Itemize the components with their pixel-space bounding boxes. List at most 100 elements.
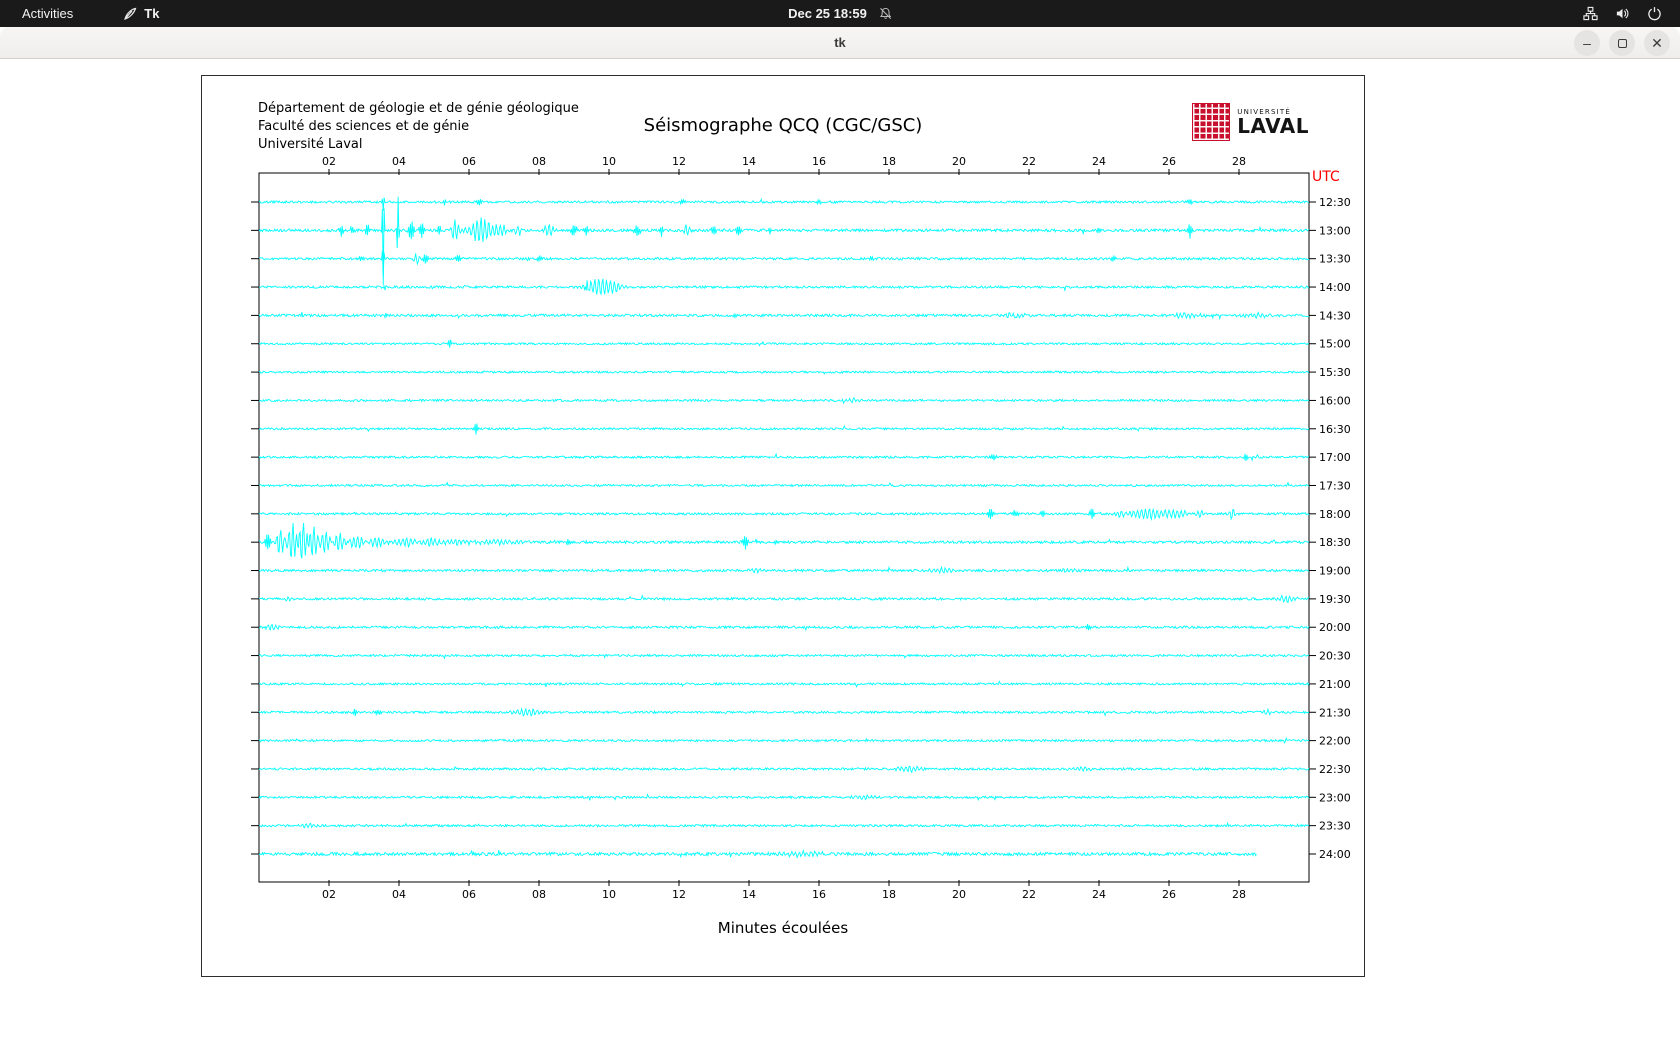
seismogram-plot: 02 02 04 04 06 06 08 08 10 10 12 12 14 14 16 16 18 18 20 20… [251,155,1351,901]
trace-time-label: 17:00 [1319,451,1351,464]
seismo-trace [258,197,1310,211]
x-tick-label-top: 08 [532,155,546,168]
tk-feather-icon [123,7,137,21]
network-icon[interactable] [1583,6,1598,21]
x-tick-label-bottom: 16 [812,888,826,901]
x-tick-label-bottom: 10 [602,888,616,901]
trace-time-label: 16:30 [1319,423,1351,436]
window-titlebar[interactable]: tk – ✕ [0,27,1680,59]
x-tick-label-bottom: 26 [1162,888,1176,901]
seismo-trace [258,707,1310,718]
trace-time-label: 18:00 [1319,508,1351,521]
top-bar: Activities Tk Dec 25 18:59 [0,0,1680,27]
seismo-trace [258,594,1310,604]
seismo-trace [258,821,1310,829]
x-tick-label-top: 04 [392,155,406,168]
topbar-left: Activities Tk [0,4,159,23]
seismo-trace [258,765,1310,774]
seismo-trace [258,623,1310,632]
seismo-trace [258,848,1257,859]
x-tick-label-bottom: 12 [672,888,686,901]
x-tick-label-bottom: 08 [532,888,546,901]
minimize-icon: – [1583,35,1591,51]
x-tick-label-bottom: 18 [882,888,896,901]
trace-time-label: 22:30 [1319,763,1351,776]
seismo-trace [258,793,1310,802]
power-icon[interactable] [1647,6,1662,21]
trace-time-label: 18:30 [1319,536,1351,549]
x-tick-label-bottom: 28 [1232,888,1246,901]
notifications-muted-icon [879,7,892,20]
clock-label: Dec 25 18:59 [788,6,867,21]
x-tick-label-bottom: 02 [322,888,336,901]
x-tick-label-bottom: 20 [952,888,966,901]
seismo-trace [258,396,1310,405]
trace-time-label: 23:30 [1319,820,1351,833]
seismo-trace [258,311,1310,321]
seismo-trace [258,196,1310,286]
x-tick-label-top: 18 [882,155,896,168]
minimize-button[interactable]: – [1574,30,1600,56]
seismo-trace [258,507,1310,522]
close-button[interactable]: ✕ [1644,30,1670,56]
volume-icon[interactable] [1615,6,1630,21]
seismo-trace [258,736,1310,744]
system-tray[interactable] [1583,6,1680,21]
trace-time-label: 13:30 [1319,253,1351,266]
trace-time-label: 17:30 [1319,479,1351,492]
x-tick-label-bottom: 24 [1092,888,1106,901]
x-tick-label-top: 10 [602,155,616,168]
x-tick-label-top: 20 [952,155,966,168]
trace-time-label: 12:30 [1319,196,1351,209]
trace-time-label: 13:00 [1319,224,1351,237]
seismo-trace [258,680,1310,688]
trace-time-label: 15:00 [1319,338,1351,351]
desktop: Activities Tk Dec 25 18:59 tk – ✕ Départ… [0,0,1680,1050]
x-axis-title: Minutes écoulées [717,919,849,937]
trace-time-label: 20:30 [1319,650,1351,663]
seismo-trace [258,250,1310,277]
trace-time-label: 14:00 [1319,281,1351,294]
x-tick-label-top: 02 [322,155,336,168]
x-tick-label-top: 24 [1092,155,1106,168]
seismo-trace [258,423,1310,435]
x-tick-label-bottom: 04 [392,888,406,901]
close-icon: ✕ [1651,34,1663,51]
x-tick-label-top: 06 [462,155,476,168]
app-content: Département de géologie et de génie géol… [0,59,1680,1050]
seismo-trace [258,370,1310,375]
x-tick-label-top: 28 [1232,155,1246,168]
trace-time-label: 19:30 [1319,593,1351,606]
x-tick-label-top: 16 [812,155,826,168]
taskbar-app-tk[interactable]: Tk [123,6,159,21]
x-tick-label-top: 14 [742,155,756,168]
seismo-trace [258,653,1310,660]
trace-time-label: 21:00 [1319,678,1351,691]
trace-time-label: 19:00 [1319,565,1351,578]
taskbar-app-label: Tk [144,6,160,21]
x-tick-label-top: 12 [672,155,686,168]
seismograph-canvas: Département de géologie et de génie géol… [201,75,1365,977]
seismo-trace [258,452,1310,462]
clock-menu[interactable]: Dec 25 18:59 [788,6,892,21]
seismo-trace [258,339,1309,348]
maximize-button[interactable] [1609,30,1635,56]
seismo-trace [258,481,1310,488]
trace-time-label: 22:00 [1319,735,1351,748]
x-tick-label-bottom: 22 [1022,888,1036,901]
x-tick-label-bottom: 14 [742,888,756,901]
trace-time-label: 14:30 [1319,309,1351,322]
window-title: tk [834,35,846,50]
trace-time-label: 15:30 [1319,366,1351,379]
utc-label: UTC [1312,169,1340,185]
seismo-trace [258,278,1310,296]
trace-time-label: 23:00 [1319,791,1351,804]
seismo-trace [258,522,1310,559]
window-controls: – ✕ [1574,30,1670,56]
activities-button[interactable]: Activities [14,4,81,23]
seismo-trace [258,565,1310,575]
maximize-icon [1617,38,1627,48]
trace-time-label: 24:00 [1319,848,1351,861]
plot-border [258,172,1310,883]
trace-time-label: 21:30 [1319,706,1351,719]
